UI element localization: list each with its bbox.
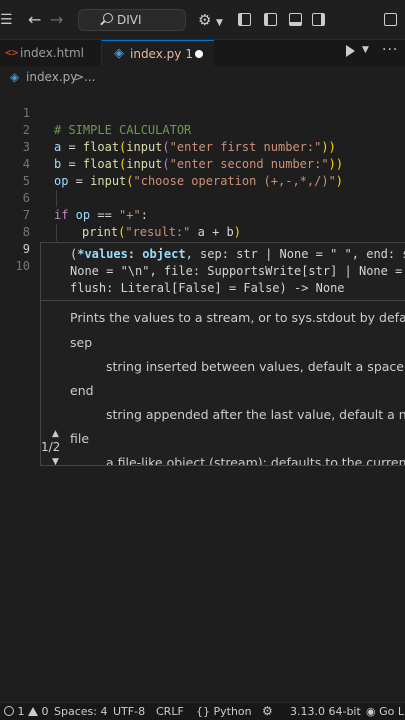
breadcrumb-file[interactable]: index.py bbox=[26, 66, 77, 88]
language-mode[interactable]: {} Python bbox=[196, 703, 252, 720]
command-center-search[interactable]: DIVI bbox=[78, 9, 186, 31]
more-actions-icon[interactable]: ··· bbox=[382, 42, 398, 58]
problems-indicator[interactable]: 1 0 bbox=[4, 703, 49, 720]
signature-line: None = "\n", file: SupportsWrite[str] | … bbox=[70, 264, 405, 278]
python-file-icon: ◈ bbox=[10, 70, 20, 84]
breadcrumb-chevron: > bbox=[74, 70, 85, 84]
encoding-indicator[interactable]: UTF-8 bbox=[113, 703, 145, 720]
param-description: string inserted between values, default … bbox=[106, 359, 405, 374]
param-description: a file-like object (stream); defaults to… bbox=[106, 455, 405, 466]
warning-count: 0 bbox=[41, 705, 49, 718]
warning-icon bbox=[28, 707, 38, 716]
overload-up-icon[interactable]: ▲ bbox=[52, 429, 59, 439]
code-line[interactable]: 6 if op == "+": bbox=[0, 173, 405, 222]
code-line[interactable]: 7 print("result:" a + b) bbox=[0, 190, 405, 239]
code-line[interactable]: 5 bbox=[0, 156, 405, 188]
python-file-icon: ◈ bbox=[114, 46, 124, 61]
signature-rest: , sep: str | None = " ", end: str bbox=[185, 247, 405, 261]
code-line[interactable]: 4 op = input("choose operation (+,-,*,/)… bbox=[0, 139, 405, 188]
tab-index-html[interactable]: <> index.html bbox=[0, 40, 102, 66]
breadcrumb: ◈ index.py > ... bbox=[0, 66, 405, 88]
signature-line: flush: Literal[False] = False) -> None bbox=[70, 281, 345, 295]
panel-sidebar-icon[interactable] bbox=[264, 13, 277, 26]
layout-icon[interactable] bbox=[384, 13, 397, 26]
search-text: DIVI bbox=[117, 13, 142, 27]
menu-icon[interactable]: ☰ bbox=[0, 10, 13, 30]
editor-tab-bar: <> index.html ◈ index.py 1 bbox=[0, 40, 405, 66]
code-line-active[interactable]: 9 print() bbox=[0, 224, 405, 274]
copilot-icon[interactable]: ⚙ bbox=[198, 10, 211, 30]
eol-indicator[interactable]: CRLF bbox=[156, 703, 184, 720]
param-name: sep bbox=[70, 335, 93, 350]
code-line[interactable]: 1 # SIMPLE CALCULATOR bbox=[0, 88, 405, 137]
chevron-down-icon[interactable]: ▼ bbox=[216, 13, 223, 33]
python-interpreter[interactable]: 3.13.0 64-bit bbox=[290, 703, 361, 720]
run-chevron-down-icon[interactable]: ▼ bbox=[362, 45, 369, 55]
signature-description: Prints the values to a stream, or to sys… bbox=[70, 310, 405, 325]
signature-help-popup: (*values: object, sep: str | None = " ",… bbox=[40, 242, 405, 466]
copilot-status-icon[interactable]: ⚙ bbox=[262, 703, 273, 720]
search-icon bbox=[103, 13, 113, 23]
language-label: Python bbox=[213, 705, 252, 718]
broadcast-icon: ◉ bbox=[366, 705, 376, 718]
html-file-icon: <> bbox=[5, 46, 19, 59]
overload-down-icon[interactable]: ▼ bbox=[52, 457, 59, 465]
braces-icon: {} bbox=[196, 705, 210, 718]
code-line[interactable]: 3 b = float(input("enter second number:"… bbox=[0, 122, 405, 171]
go-live-button[interactable]: ◉ Go Li bbox=[366, 703, 405, 720]
panel-left-icon[interactable] bbox=[238, 13, 251, 26]
divider bbox=[41, 300, 405, 301]
problem-count-badge: 1 bbox=[185, 47, 194, 61]
forward-arrow-icon[interactable]: → bbox=[50, 10, 63, 30]
code-line[interactable]: 2 a = float(input("enter first number:")… bbox=[0, 105, 405, 154]
panel-bottom-icon[interactable] bbox=[289, 13, 302, 26]
title-bar: ☰ ← → DIVI ⚙ ▼ bbox=[0, 0, 405, 40]
signature-line: (*values: object, sep: str | None = " ",… bbox=[70, 246, 405, 263]
tab-label: index.html bbox=[20, 46, 84, 60]
error-icon bbox=[4, 706, 14, 716]
param-name: end bbox=[70, 383, 94, 398]
go-live-label: Go Li bbox=[379, 705, 405, 718]
tab-index-py[interactable]: ◈ index.py 1 bbox=[102, 40, 214, 66]
status-bar: 1 0 Spaces: 4 UTF-8 CRLF {} Python ⚙ 3.1… bbox=[0, 702, 405, 720]
error-count: 1 bbox=[17, 705, 25, 718]
line-number: 10 bbox=[15, 259, 30, 273]
panel-right-icon[interactable] bbox=[312, 13, 325, 26]
code-line[interactable]: 8 elif op == "-": bbox=[0, 207, 405, 256]
tab-label: index.py bbox=[130, 47, 182, 61]
param-description: string appended after the last value, de… bbox=[106, 407, 405, 422]
run-icon[interactable] bbox=[346, 45, 355, 57]
param-name: file bbox=[70, 431, 90, 446]
back-arrow-icon[interactable]: ← bbox=[28, 10, 41, 30]
breadcrumb-more[interactable]: ... bbox=[84, 66, 95, 88]
overload-counter: 1/2 bbox=[41, 440, 61, 454]
unsaved-dot-icon[interactable] bbox=[195, 50, 203, 58]
active-parameter: *values: object bbox=[77, 247, 186, 261]
indentation-indicator[interactable]: Spaces: 4 bbox=[54, 703, 107, 720]
